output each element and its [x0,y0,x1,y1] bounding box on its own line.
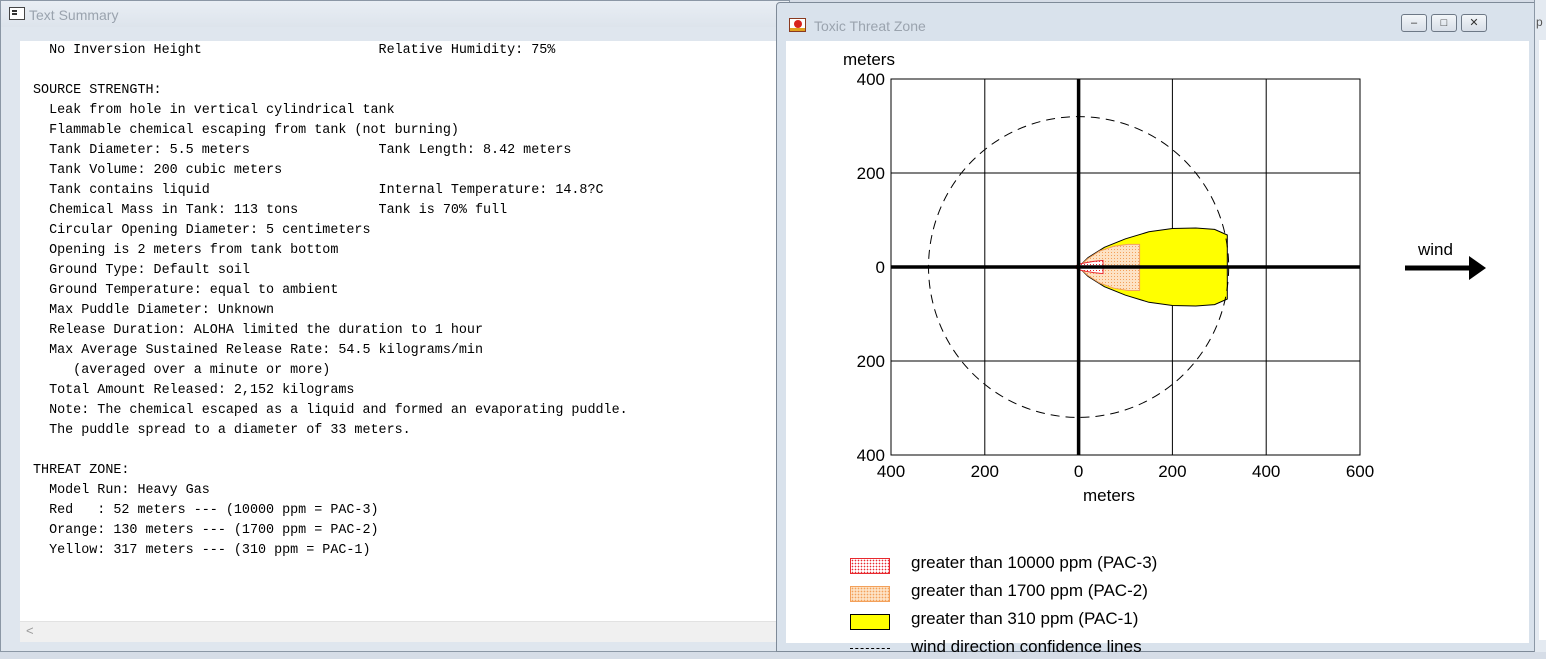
text-summary-title: Text Summary [29,7,119,23]
axes [891,79,1360,455]
y-tick-label: 200 [857,352,885,371]
background-window-edge: р [1534,0,1546,652]
text-window-icon [9,7,25,20]
scroll-left-arrow-icon[interactable]: < [26,623,34,638]
legend-dashed-line-icon [850,648,890,649]
legend-swatch-orange [850,586,890,602]
toxic-threat-zone-titlebar[interactable]: Toxic Threat Zone – □ ✕ [777,3,1539,39]
x-axis-label: meters [1083,486,1135,505]
threat-zone-window-icon [789,18,806,32]
legend-label-pac2: greater than 1700 ppm (PAC-2) [911,581,1148,600]
x-tick-label: 600 [1346,462,1374,481]
x-tick-label: 200 [971,462,999,481]
toxic-threat-zone-title: Toxic Threat Zone [814,18,926,34]
x-tick-label: 200 [1158,462,1186,481]
y-tick-label: 200 [857,164,885,183]
close-button[interactable]: ✕ [1461,14,1487,32]
minimize-button[interactable]: – [1401,14,1427,32]
y-tick-label: 0 [876,258,885,277]
threat-zone-chart: 400 200 0 200 400 6004002000200400 meters met… [843,50,1486,505]
background-window-title-fragment: р [1536,15,1543,29]
legend-label-pac1: greater than 310 ppm (PAC-1) [911,609,1139,628]
maximize-icon: □ [1440,17,1448,29]
y-tick-label: 400 [857,70,885,89]
wind-label: wind [1417,240,1453,259]
text-summary-content[interactable]: No Inversion Height Relative Humidity: 7… [20,41,790,621]
legend-label-pac3: greater than 10000 ppm (PAC-3) [911,553,1158,572]
maximize-button[interactable]: □ [1431,14,1457,32]
legend-swatch-yellow [850,614,890,630]
x-tick-label: 400 [1252,462,1280,481]
y-axis-label: meters [843,50,895,69]
legend-label-confidence-lines: wind direction confidence lines [911,637,1142,656]
background-window-content [1539,40,1546,640]
minimize-icon: – [1410,17,1418,29]
threat-zone-plot-area: 400 200 0 200 400 600 400 200 0 200 400 meters met… [786,41,1529,656]
text-summary-window: Text Summary No Inversion Height Relativ… [0,0,790,652]
wind-arrow-icon [1405,256,1486,280]
toxic-threat-zone-window: Toxic Threat Zone – □ ✕ 400 200 0 200 400 600… [776,2,1540,656]
horizontal-scrollbar[interactable]: < [20,621,790,642]
close-icon: ✕ [1469,17,1479,29]
x-tick-label: 0 [1074,462,1083,481]
y-tick-label: 400 [857,446,885,465]
summary-text-lines: No Inversion Height Relative Humidity: 7… [33,43,628,558]
legend-swatch-red [850,558,890,574]
text-summary-titlebar[interactable]: Text Summary [1,1,789,27]
